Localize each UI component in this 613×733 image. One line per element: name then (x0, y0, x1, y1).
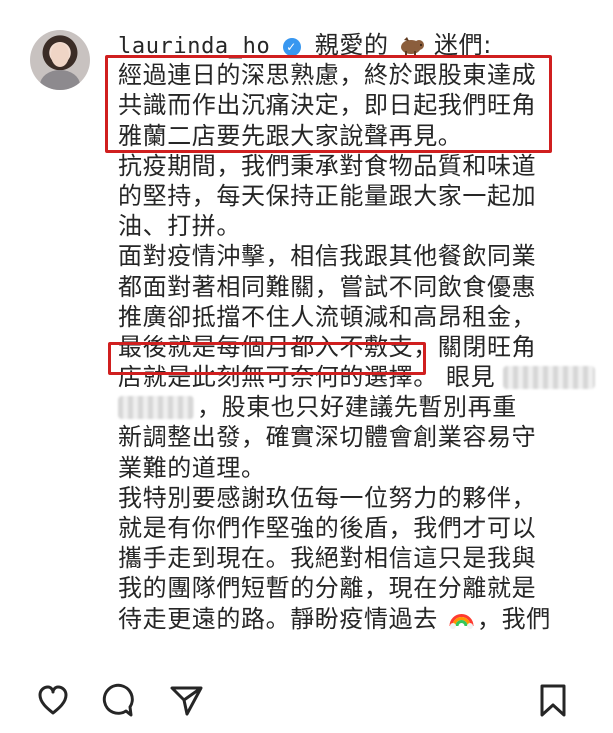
blur-line-start: 店就是此刻無可奈何的選擇。 眼見 (118, 363, 496, 392)
send-icon (170, 686, 203, 716)
share-button[interactable] (166, 680, 206, 720)
caption-line: 油、打拼。 (118, 212, 241, 241)
blurred-text (118, 396, 194, 420)
caption-line: 新調整出發，確實深切體會創業容易守 (118, 423, 537, 452)
avatar[interactable] (30, 30, 90, 90)
line-after-blur: ，股東也只好建議先暫別再重 (197, 393, 517, 422)
caption-line: 我特別要感謝玖伍每一位努力的夥伴， (118, 483, 537, 512)
username[interactable]: laurinda_ho (118, 34, 270, 59)
caption-line: 業難的道理。 (118, 453, 266, 482)
highlighted-line-tail: ，關閉旺角 (413, 332, 537, 361)
avatar-body (40, 70, 80, 90)
caption-line: 我的團隊們短暫的分離，現在分離就是 (118, 574, 537, 603)
comment-icon (102, 683, 134, 717)
caption-start: 親愛的 (314, 31, 389, 59)
save-button[interactable] (533, 680, 573, 720)
post-caption: laurinda_ho ✓ 親愛的 迷們: 經過連日的深思熟慮，終於跟股東達成 … (0, 0, 613, 660)
caption-line: 抗疫期間，我們秉承對食物品質和味道 (118, 151, 537, 180)
blurred-text (503, 366, 596, 390)
caption-line-highlighted: 最後就是每個月都入不敷支，關閉旺角 (118, 332, 596, 362)
highlighted-phrase: 最後就是每個月都入不敷支 (118, 332, 414, 361)
caption-line: 雅蘭二店要先跟大家說聲再見。 (118, 121, 463, 150)
post-action-bar (0, 660, 613, 733)
caption-after-emoji: 迷們: (434, 31, 492, 59)
rainbow-emoji-icon (449, 613, 474, 629)
avatar-face (51, 43, 69, 67)
last-line-end: ，我們 (477, 604, 551, 633)
caption-line: 就是有你們作堅強的後盾，我們才可以 (118, 514, 537, 542)
caption-line-with-blur: 店就是此刻無可奈何的選擇。 眼見 (118, 362, 596, 392)
caption-line: 面對疫情沖擊，相信我跟其他餐飲同業 (118, 242, 537, 271)
caption-line: 的堅持，每天保持正能量跟大家一起加 (118, 181, 537, 210)
pig-emoji-icon (400, 37, 424, 55)
bookmark-icon (540, 684, 566, 717)
last-line-start: 待走更遠的路。靜盼疫情過去 (118, 604, 438, 633)
caption-line: 都面對著相同難關，嘗試不同飲食優惠 (118, 272, 537, 301)
verified-badge-icon: ✓ (282, 38, 301, 56)
caption-line: 推廣卻抵擋不住人流頓減和高昂租金， (118, 302, 537, 331)
like-button[interactable] (33, 680, 73, 720)
caption-text: laurinda_ho ✓ 親愛的 迷們: 經過連日的深思熟慮，終於跟股東達成 … (118, 30, 596, 634)
heart-icon (38, 685, 68, 715)
caption-line: 共識而作出沉痛決定，即日起我們旺角 (118, 91, 537, 120)
caption-line: 攜手走到現在。我絕對相信這只是我與 (118, 544, 537, 573)
caption-line-with-blur: ，股東也只好建議先暫別再重 (118, 392, 596, 422)
caption-header-line: laurinda_ho ✓ 親愛的 迷們: (118, 30, 596, 60)
comment-button[interactable] (98, 680, 138, 720)
caption-last-line: 待走更遠的路。靜盼疫情過去 ，我們 (118, 604, 596, 634)
caption-line: 經過連日的深思熟慮，終於跟股東達成 (118, 61, 537, 90)
